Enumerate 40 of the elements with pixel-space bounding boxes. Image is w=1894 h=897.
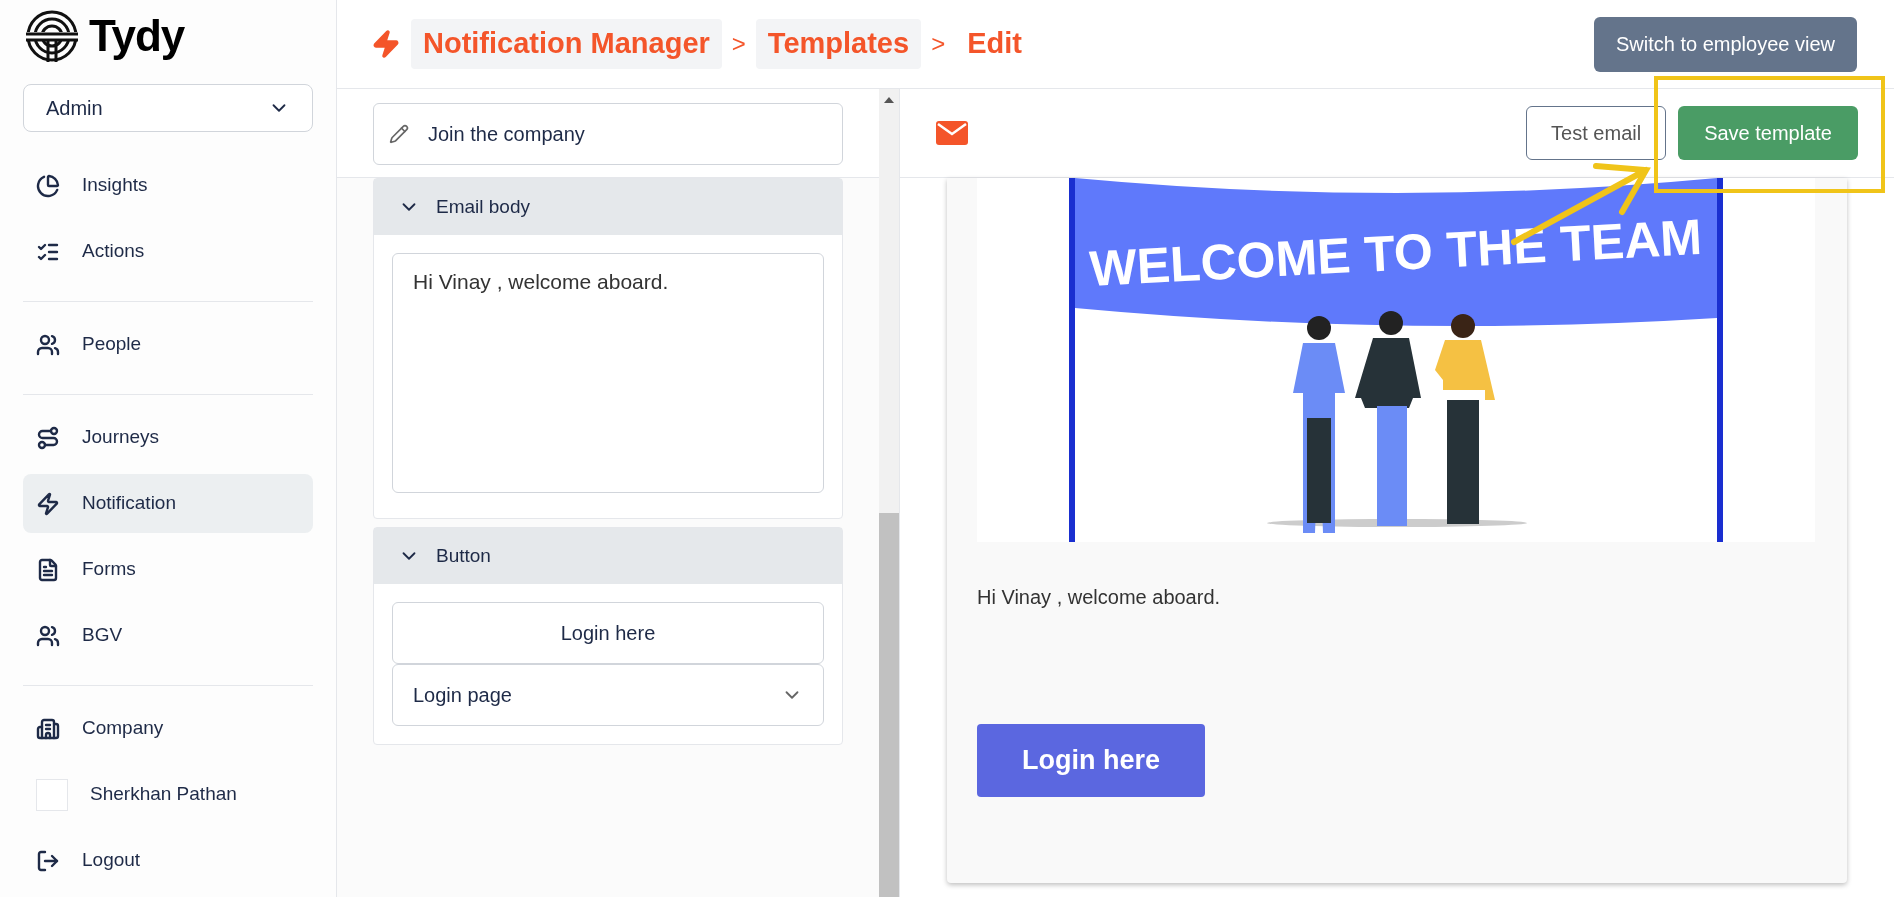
building-icon (36, 716, 60, 741)
logo-icon (23, 10, 81, 63)
sidebar-item[interactable]: Forms (23, 540, 313, 599)
subject-field[interactable]: Join the company (373, 103, 843, 165)
people-icon (36, 332, 60, 357)
preview-message: Hi Vinay , welcome aboard. (977, 585, 1222, 610)
logo-text: Tydy (89, 10, 185, 63)
login-button[interactable]: Login here (977, 724, 1205, 797)
scrollbar[interactable] (879, 89, 899, 897)
pencil-icon (389, 124, 409, 144)
body-textarea[interactable]: Hi Vinay , welcome aboard. (392, 253, 824, 493)
scroll-up-icon (884, 97, 894, 103)
sidebar-item[interactable]: BGV (23, 606, 313, 665)
logout-icon (36, 848, 60, 873)
lightning-icon (36, 491, 60, 516)
section-header[interactable]: Button (374, 528, 842, 584)
breadcrumb-separator: > (731, 29, 746, 59)
pie-chart-icon (36, 173, 60, 198)
document-icon (36, 557, 60, 582)
sidebar-item[interactable]: Logout (23, 831, 313, 890)
lightning-icon (371, 29, 401, 59)
sidebar-item[interactable]: People (23, 315, 313, 374)
sidebar-item[interactable]: Notification (23, 474, 313, 533)
sidebar-item[interactable]: Insights (23, 156, 313, 215)
people-icon (36, 623, 60, 648)
sidebar-item[interactable]: Journeys (23, 408, 313, 467)
avatar-placeholder (36, 778, 68, 811)
role-select[interactable]: Admin (23, 84, 313, 132)
sidebar-item[interactable]: Sherkhan Pathan (23, 765, 313, 824)
route-icon (36, 425, 60, 450)
link-select[interactable]: Login page (392, 664, 824, 726)
mail-icon (936, 121, 968, 145)
test-email-button[interactable]: Test email (1526, 106, 1667, 160)
sidebar-item[interactable]: Actions (23, 222, 313, 281)
section-header[interactable]: Email body (374, 179, 842, 235)
scrollbar-thumb[interactable] (879, 513, 899, 897)
button-text-field[interactable]: Login here (392, 602, 824, 664)
breadcrumb-separator: > (931, 29, 946, 59)
switch-view-button[interactable]: Switch to employee view (1594, 16, 1857, 72)
sidebar-item[interactable]: Company (23, 699, 313, 758)
